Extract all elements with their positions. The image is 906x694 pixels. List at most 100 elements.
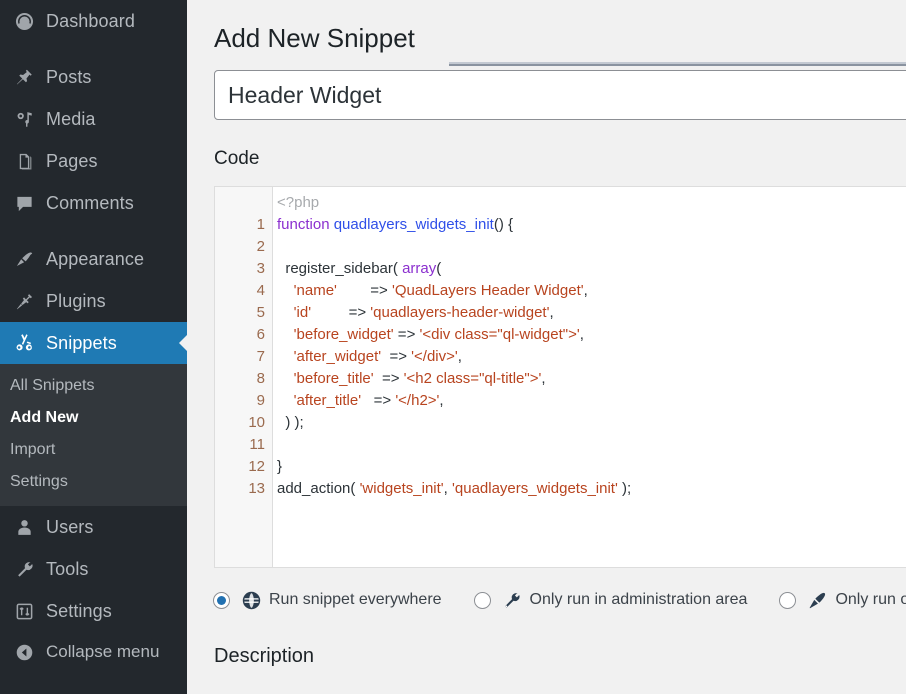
code-token: => <box>361 392 396 409</box>
scope-option-0[interactable]: Run snippet everywhere <box>213 590 442 610</box>
sidebar-item-appearance[interactable]: Appearance <box>0 238 187 280</box>
user-icon <box>9 518 39 537</box>
scope-option-1[interactable]: Only run in administration area <box>473 590 748 610</box>
scissors-icon <box>9 333 39 353</box>
pages-icon <box>9 152 39 171</box>
pin-icon <box>9 68 39 87</box>
code-content[interactable]: <?php function quadlayers_widgets_init()… <box>273 187 906 567</box>
code-token: 'after_title' <box>293 392 362 409</box>
comments-icon <box>9 194 39 213</box>
sidebar-item-pages[interactable]: Pages <box>0 140 187 182</box>
sidebar-item-label: Users <box>46 516 94 537</box>
sidebar-item-users[interactable]: Users <box>0 506 187 548</box>
code-token: 'id' <box>293 304 312 321</box>
line-number: 5 <box>256 304 265 321</box>
snippet-scope-radio-group: Run snippet everywhere Only run in admini… <box>213 590 906 610</box>
code-token: => <box>393 326 420 343</box>
code-token: 'widgets_init' <box>359 480 444 497</box>
code-editor[interactable]: 1 2 3 4 5 6 7 8 9 10 11 12 13 <?php function quadlay… <box>214 186 906 568</box>
code-token: '</h2>' <box>395 392 440 409</box>
code-token: '<div class="ql-widget">' <box>419 326 580 343</box>
code-line: function quadlayers_widgets_init() { <box>277 214 906 236</box>
collapse-menu-button[interactable]: Collapse menu <box>0 632 187 672</box>
code-line: ) ); <box>277 412 906 434</box>
wrench-icon <box>9 560 39 579</box>
code-token: register_sidebar( <box>277 260 403 277</box>
collapse-arrow-icon <box>9 643 39 662</box>
sidebar-item-media[interactable]: Media <box>0 98 187 140</box>
code-token: 'before_widget' <box>293 326 394 343</box>
line-number: 3 <box>256 260 265 277</box>
submenu-item-settings[interactable]: Settings <box>0 466 187 498</box>
snippet-title-input[interactable]: Header Widget <box>214 70 906 120</box>
php-placeholder-tag: <?php <box>277 194 320 211</box>
code-token: => <box>311 304 371 321</box>
page-title: Add New Snippet <box>214 23 415 53</box>
code-line: 'after_widget' => '</div>', <box>277 346 906 368</box>
sidebar-item-label: Media <box>46 108 96 129</box>
media-icon <box>9 110 39 129</box>
code-line: 'after_title' => '</h2>', <box>277 390 906 412</box>
wordpress-admin-screen: Dashboard Posts Media Pages Comments App… <box>0 0 906 694</box>
line-number: 2 <box>256 238 265 255</box>
sidebar-item-settings[interactable]: Settings <box>0 590 187 632</box>
code-line: register_sidebar( array( <box>277 258 906 280</box>
settings-sliders-icon <box>9 602 39 621</box>
code-lines: function quadlayers_widgets_init() { reg… <box>277 214 906 500</box>
code-line: 'name' => 'QuadLayers Header Widget', <box>277 280 906 302</box>
main-content: Add New Snippet Header Widget Code 12345… <box>187 0 906 694</box>
code-line: 'before_widget' => '<div class="ql-widge… <box>277 324 906 346</box>
code-token: 'after_widget' <box>293 348 382 365</box>
line-number: 8 <box>256 370 265 387</box>
scope-option-label: Only run in administration area <box>529 591 748 608</box>
code-token: , <box>541 370 546 387</box>
pushpin-icon <box>806 590 828 610</box>
code-token: function <box>277 216 334 233</box>
code-token: ( <box>436 260 442 277</box>
sidebar-item-label: Settings <box>46 600 112 621</box>
code-token: add_action( <box>277 480 360 497</box>
scope-radio[interactable] <box>213 591 230 609</box>
scope-radio[interactable] <box>473 591 491 609</box>
code-token: ) ); <box>277 414 304 431</box>
code-token: , <box>443 480 453 497</box>
code-token: ); <box>617 480 632 497</box>
code-token: } <box>277 458 283 475</box>
notice-edge-divider <box>449 62 906 66</box>
code-line: } <box>277 456 906 478</box>
code-token: 'name' <box>293 282 337 299</box>
menu-separator <box>0 42 187 56</box>
sidebar-item-plugins[interactable]: Plugins <box>0 280 187 322</box>
code-token: , <box>439 392 444 409</box>
code-line: 'before_title' => '<h2 class="ql-title">… <box>277 368 906 390</box>
sidebar-item-dashboard[interactable]: Dashboard <box>0 0 187 42</box>
scope-option-2[interactable]: Only run o <box>779 590 906 610</box>
submenu-item-all-snippets[interactable]: All Snippets <box>0 370 187 402</box>
sidebar-item-posts[interactable]: Posts <box>0 56 187 98</box>
submenu-item-add-new[interactable]: Add New <box>0 402 187 434</box>
sidebar-item-snippets[interactable]: Snippets <box>0 322 187 364</box>
code-line: add_action( 'widgets_init', 'quadlayers_… <box>277 478 906 500</box>
line-number: 6 <box>256 326 265 343</box>
admin-sidebar: Dashboard Posts Media Pages Comments App… <box>0 0 187 694</box>
code-token: '</div>' <box>411 348 458 365</box>
collapse-menu-label: Collapse menu <box>46 642 160 661</box>
scope-radio[interactable] <box>779 591 797 609</box>
sidebar-item-label: Dashboard <box>46 10 135 31</box>
code-token: 'QuadLayers Header Widget' <box>391 282 584 299</box>
sidebar-item-label: Plugins <box>46 290 106 311</box>
plug-icon <box>9 292 39 311</box>
submenu-item-import[interactable]: Import <box>0 434 187 466</box>
line-number: 1 <box>256 216 265 233</box>
sidebar-item-tools[interactable]: Tools <box>0 548 187 590</box>
line-number: 11 <box>249 436 265 453</box>
sidebar-item-label: Comments <box>46 192 134 213</box>
line-number: 9 <box>256 392 265 409</box>
sidebar-item-comments[interactable]: Comments <box>0 182 187 224</box>
line-number: 7 <box>256 348 265 365</box>
code-token: quadlayers_widgets_init <box>333 216 494 233</box>
code-section-heading: Code <box>214 148 260 169</box>
